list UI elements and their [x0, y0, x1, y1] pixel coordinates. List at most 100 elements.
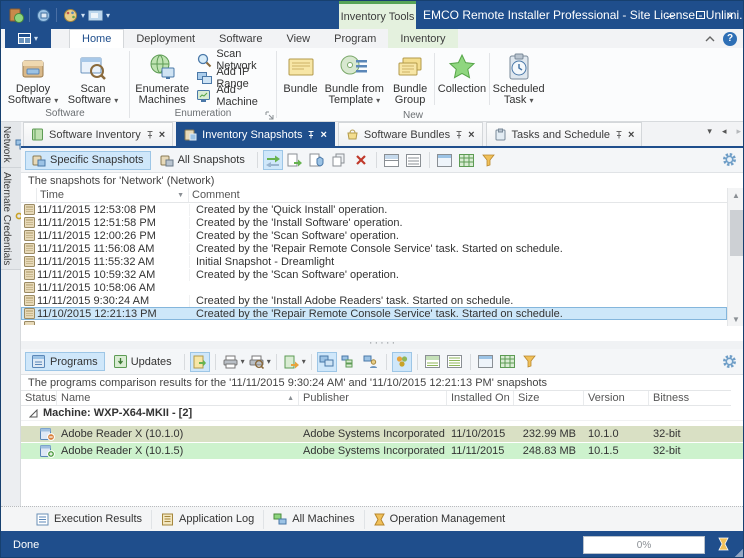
doc-tab-tasks-and-schedule[interactable]: Tasks and Schedule × — [486, 122, 643, 146]
pin-icon[interactable] — [146, 130, 154, 139]
snapshot-row[interactable]: 11/11/2015 10:58:06 AM — [21, 281, 727, 294]
maximize-button[interactable] — [685, 1, 715, 29]
size-column-header[interactable]: Size — [514, 391, 584, 405]
snapshot-row[interactable]: 11/11/2015 10:59:32 AMCreated by the 'Sc… — [21, 268, 727, 281]
snapshot-row[interactable]: 11/11/2015 12:00:26 PMCreated by the 'Sc… — [21, 229, 727, 242]
programs-button[interactable]: Programs — [25, 352, 105, 371]
pin-icon[interactable] — [307, 130, 315, 139]
name-column-header[interactable]: Name▲ — [57, 391, 299, 405]
new-bundle-group-button[interactable]: Bundle Group — [387, 50, 434, 106]
delete-snapshot-icon[interactable] — [351, 150, 371, 170]
print-preview-icon[interactable] — [247, 352, 267, 372]
ribbon-tab-view[interactable]: View — [274, 29, 322, 48]
status-column-header[interactable]: Status — [21, 391, 57, 405]
collapse-group-icon[interactable] — [29, 409, 38, 418]
card-view-icon[interactable] — [476, 352, 496, 372]
doc-tab-software-bundles[interactable]: Software Bundles × — [338, 122, 483, 146]
bottom-tab-execution-results[interactable]: Execution Results — [27, 510, 152, 529]
program-row-removed[interactable]: Adobe Reader X (10.1.0) Adobe Systems In… — [21, 426, 744, 442]
add-machine-button[interactable]: Add Machine — [192, 87, 274, 105]
print-preview-dropdown-icon[interactable]: ▾ — [267, 357, 271, 366]
customize-qat-icon[interactable]: ▾ — [106, 11, 110, 20]
close-tab-icon[interactable]: × — [468, 129, 474, 141]
version-column-header[interactable]: Version — [584, 391, 649, 405]
snapshot-row[interactable]: 11/11/2015 12:53:08 PMCreated by the 'Qu… — [21, 203, 727, 216]
all-snapshots-button[interactable]: All Snapshots — [153, 151, 252, 170]
program-row-added[interactable]: Adobe Reader X (10.1.5) Adobe Systems In… — [21, 443, 744, 459]
comparison-mode-toggle-icon[interactable] — [190, 352, 210, 372]
icon-column-header[interactable] — [21, 188, 37, 202]
bottom-tab-all-machines[interactable]: All Machines — [264, 510, 364, 529]
bitness-column-header[interactable]: Bitness — [649, 391, 729, 405]
scroll-tabs-right-icon[interactable]: ▸ — [736, 126, 741, 137]
band-layout-alt-icon[interactable] — [445, 352, 465, 372]
deploy-software-button[interactable]: Deploy Software ▾ — [3, 50, 63, 106]
snapshot-row[interactable]: 11/11/2015 11:55:32 AMInitial Snapshot -… — [21, 255, 727, 268]
pane-splitter[interactable]: ····· — [21, 341, 744, 349]
specific-snapshots-button[interactable]: Specific Snapshots — [25, 151, 151, 170]
theme-palette-icon[interactable] — [60, 5, 80, 25]
export-snapshot-icon[interactable] — [285, 150, 305, 170]
enumerate-machines-button[interactable]: Enumerate Machines — [132, 50, 192, 106]
machine-group-row[interactable]: Machine: WXP-X64-MKII - [2] — [21, 406, 744, 421]
list-layout-icon[interactable] — [404, 150, 424, 170]
export-icon[interactable] — [282, 352, 302, 372]
scroll-tabs-left-icon[interactable]: ◂ — [722, 126, 727, 137]
scroll-down-icon[interactable]: ▼ — [732, 312, 740, 326]
bottom-tab-application-log[interactable]: Application Log — [152, 510, 264, 529]
new-bundle-button[interactable]: Bundle — [279, 50, 322, 95]
doc-tab-software-inventory[interactable]: Software Inventory × — [23, 122, 173, 146]
snapshots-vertical-scrollbar[interactable]: ▲ ▼ — [727, 188, 744, 326]
copy-snapshot-icon[interactable] — [329, 150, 349, 170]
publisher-column-header[interactable]: Publisher — [299, 391, 447, 405]
close-tab-icon[interactable]: × — [159, 129, 165, 141]
comment-column-header[interactable]: Comment — [189, 188, 727, 202]
ribbon-tab-software[interactable]: Software — [207, 29, 274, 48]
band-layout-icon[interactable] — [423, 352, 443, 372]
group-by-user-icon[interactable] — [361, 352, 381, 372]
screen-capture-icon[interactable] — [85, 5, 105, 25]
close-tab-icon[interactable]: × — [628, 129, 634, 141]
scroll-up-icon[interactable]: ▲ — [732, 188, 740, 202]
filter-icon[interactable] — [520, 352, 540, 372]
card-view-icon[interactable] — [435, 150, 455, 170]
ribbon-tab-inventory[interactable]: Inventory — [388, 29, 457, 48]
resize-grip[interactable] — [735, 549, 743, 557]
installed-on-column-header[interactable]: Installed On — [447, 391, 514, 405]
snapshot-row[interactable]: 11/11/2015 12:51:58 PMCreated by the 'In… — [21, 216, 727, 229]
help-icon[interactable]: ? — [723, 32, 737, 46]
export-dropdown-icon[interactable]: ▾ — [302, 357, 306, 366]
scrollbar-thumb[interactable] — [730, 210, 743, 256]
status-colors-icon[interactable] — [392, 352, 412, 372]
snapshot-row[interactable]: 11/11/2015 9:30:24 AMCreated by the 'Ins… — [21, 294, 727, 307]
snapshot-row-partial[interactable] — [21, 320, 727, 325]
programs-settings-gear-icon[interactable] — [722, 354, 737, 369]
remote-console-icon[interactable] — [33, 5, 53, 25]
snapshot-properties-icon[interactable] — [307, 150, 327, 170]
close-button[interactable]: × — [715, 1, 744, 29]
ribbon-tab-program[interactable]: Program — [322, 29, 388, 48]
app-menu-button[interactable]: ▾ — [5, 29, 51, 48]
new-collection-button[interactable]: Collection — [435, 50, 490, 95]
minimize-button[interactable]: – — [655, 1, 685, 29]
print-icon[interactable] — [221, 352, 241, 372]
collapse-ribbon-icon[interactable] — [705, 36, 715, 42]
grid-view-icon[interactable] — [498, 352, 518, 372]
snapshot-row[interactable]: 11/11/2015 11:56:08 AMCreated by the 'Re… — [21, 242, 727, 255]
split-horizontal-icon[interactable] — [382, 150, 402, 170]
new-bundle-from-template-button[interactable]: Bundle from Template ▾ — [322, 50, 387, 106]
snapshot-row-selected[interactable]: 11/10/2015 12:21:13 PMCreated by the 'Re… — [21, 307, 727, 320]
load-snapshots-toggle-icon[interactable] — [263, 150, 283, 170]
scan-software-button[interactable]: Scan Software ▾ — [63, 50, 123, 106]
ribbon-tab-deployment[interactable]: Deployment — [124, 29, 207, 48]
doc-tab-inventory-snapshots[interactable]: Inventory Snapshots × — [176, 122, 335, 146]
print-dropdown-icon[interactable]: ▾ — [241, 357, 245, 366]
snapshots-settings-gear-icon[interactable] — [722, 152, 737, 167]
grid-view-icon[interactable] — [457, 150, 477, 170]
tab-list-dropdown-icon[interactable]: ▾ — [707, 126, 712, 137]
pin-icon[interactable] — [455, 130, 463, 139]
enumeration-dialog-launcher-icon[interactable] — [265, 111, 274, 120]
close-tab-icon[interactable]: × — [320, 129, 326, 141]
bottom-tab-operation-management[interactable]: Operation Management — [365, 510, 515, 529]
group-by-snapshot-icon[interactable] — [339, 352, 359, 372]
